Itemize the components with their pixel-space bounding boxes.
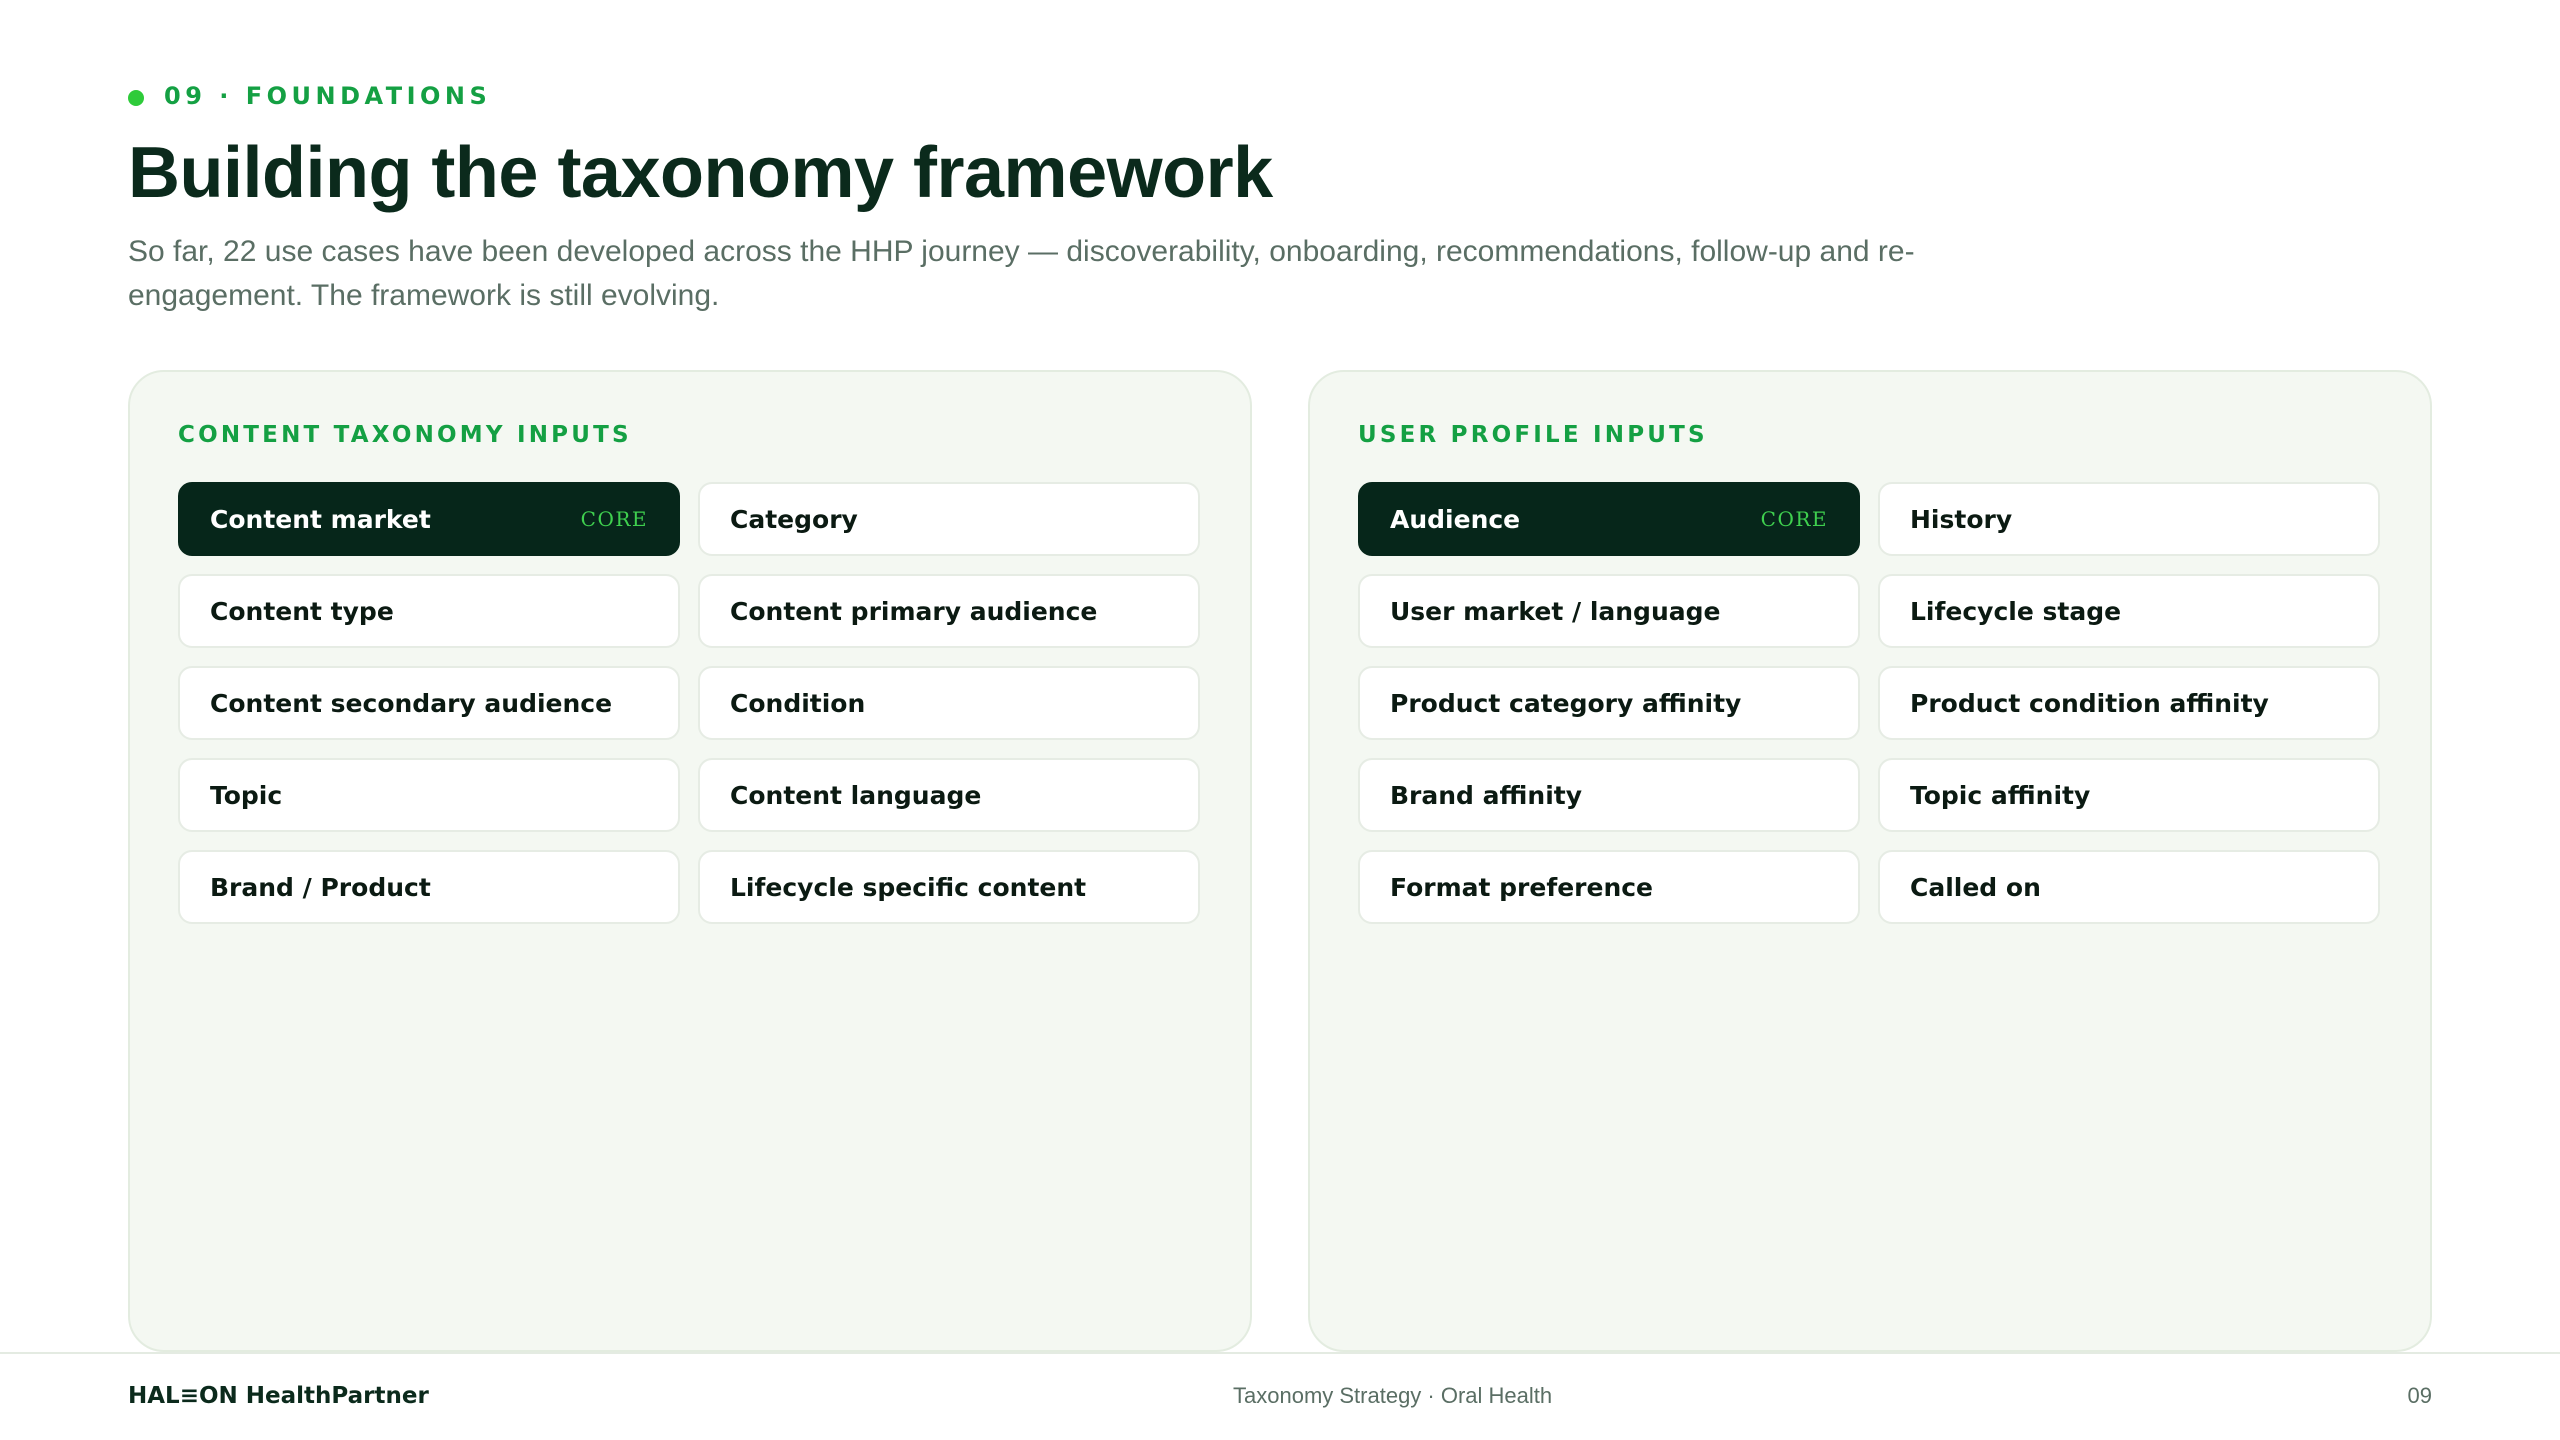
content-taxonomy-panel: CONTENT TAXONOMY INPUTS Content market C…	[128, 370, 1252, 1352]
chip-category[interactable]: Category	[698, 482, 1200, 556]
chip-label: Brand / Product	[210, 872, 431, 902]
page-subtitle: So far, 22 use cases have been developed…	[128, 235, 1915, 312]
user-profile-panel: USER PROFILE INPUTS Audience CORE Histor…	[1308, 370, 2432, 1352]
chip-label: Topic affinity	[1910, 780, 2091, 810]
chip-label: Format preference	[1390, 872, 1654, 902]
chip-audience[interactable]: Audience CORE	[1358, 482, 1860, 556]
section-eyebrow: 09 · FOUNDATIONS	[128, 82, 491, 110]
chip-label: Content language	[730, 780, 982, 810]
chip-label: Audience	[1390, 504, 1521, 534]
panel-title: CONTENT TAXONOMY INPUTS	[178, 422, 632, 448]
chip-label: Product condition affinity	[1910, 688, 2269, 718]
chip-condition[interactable]: Condition	[698, 666, 1200, 740]
chip-label: Content secondary audience	[210, 688, 613, 718]
chip-format-preference[interactable]: Format preference	[1358, 850, 1860, 924]
chip-user-market-language[interactable]: User market / language	[1358, 574, 1860, 648]
chip-content-primary-audience[interactable]: Content primary audience	[698, 574, 1200, 648]
footer-divider	[0, 1352, 2560, 1354]
chip-label: Product category affinity	[1390, 688, 1742, 718]
chip-topic[interactable]: Topic	[178, 758, 680, 832]
footer-deck-title: Taxonomy Strategy · Oral Health	[1233, 1383, 1553, 1408]
page-number: 09	[2407, 1383, 2432, 1408]
chip-content-secondary-audience[interactable]: Content secondary audience	[178, 666, 680, 740]
chip-label: Lifecycle stage	[1910, 596, 2122, 626]
chip-label: User market / language	[1390, 596, 1721, 626]
chip-label: Content primary audience	[730, 596, 1098, 626]
chip-called-on[interactable]: Called on	[1878, 850, 2380, 924]
chip-content-market[interactable]: Content market CORE	[178, 482, 680, 556]
chip-lifecycle-stage[interactable]: Lifecycle stage	[1878, 574, 2380, 648]
user-input-grid: Audience CORE History User market / lang…	[1358, 482, 2382, 924]
content-input-grid: Content market CORE Category Content typ…	[178, 482, 1202, 924]
chip-label: Condition	[730, 688, 866, 718]
chip-history[interactable]: History	[1878, 482, 2380, 556]
bullet-dot-icon	[128, 90, 144, 106]
chip-content-type[interactable]: Content type	[178, 574, 680, 648]
chip-label: History	[1910, 504, 2013, 534]
chip-label: Category	[730, 504, 858, 534]
brand-logo: HAL≡ON HealthPartner	[128, 1383, 429, 1409]
chip-label: Brand affinity	[1390, 780, 1583, 810]
chip-label: Content market	[210, 504, 431, 534]
chip-product-category-affinity[interactable]: Product category affinity	[1358, 666, 1860, 740]
chip-brand-affinity[interactable]: Brand affinity	[1358, 758, 1860, 832]
chip-content-language[interactable]: Content language	[698, 758, 1200, 832]
panel-title: USER PROFILE INPUTS	[1358, 422, 1708, 448]
chip-topic-affinity[interactable]: Topic affinity	[1878, 758, 2380, 832]
chip-label: Topic	[210, 780, 283, 810]
page-title: Building the taxonomy framework	[128, 133, 1273, 213]
chip-lifecycle-specific-content[interactable]: Lifecycle specific content	[698, 850, 1200, 924]
chip-brand-product[interactable]: Brand / Product	[178, 850, 680, 924]
eyebrow-text: 09 · FOUNDATIONS	[164, 82, 492, 110]
chip-label: Content type	[210, 596, 394, 626]
chip-label: Called on	[1910, 872, 2041, 902]
core-badge: CORE	[580, 507, 648, 531]
core-badge: CORE	[1760, 507, 1828, 531]
chip-product-condition-affinity[interactable]: Product condition affinity	[1878, 666, 2380, 740]
chip-label: Lifecycle specific content	[730, 872, 1087, 902]
